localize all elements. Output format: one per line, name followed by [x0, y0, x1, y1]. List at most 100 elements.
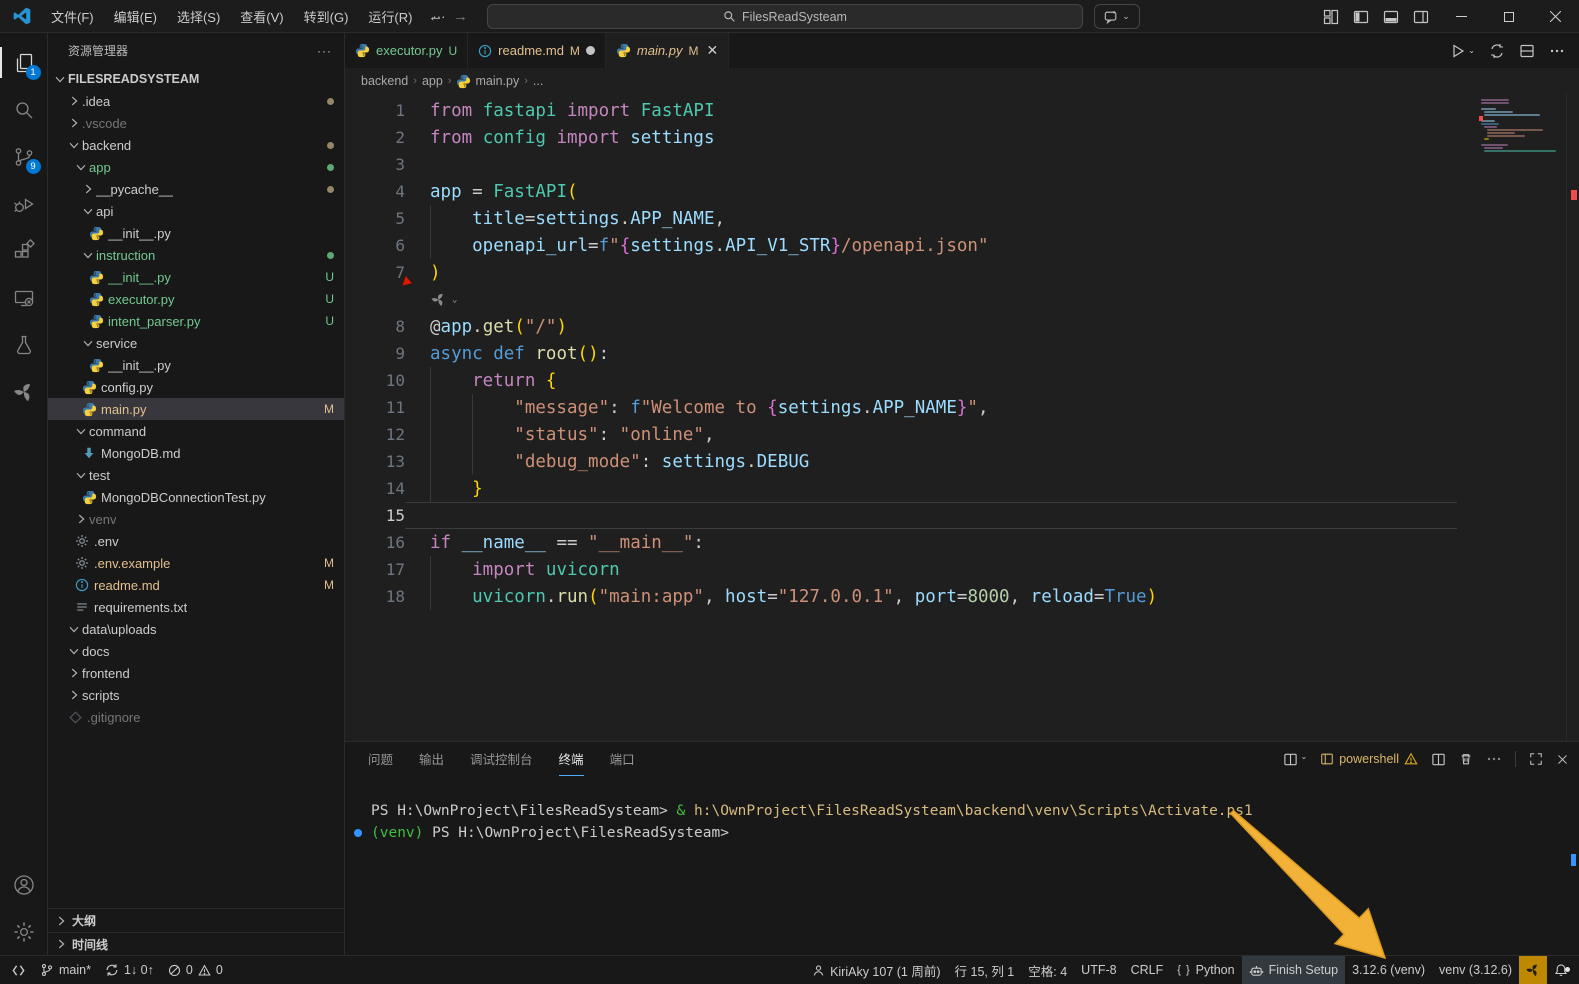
status-python-version[interactable]: 3.12.6 (venv) — [1345, 956, 1432, 984]
split-panel-icon[interactable] — [1431, 752, 1446, 767]
code-line-17[interactable]: 17import uvicorn — [345, 556, 1579, 583]
tab-close-icon[interactable]: ✕ — [706, 42, 718, 59]
tree-item[interactable]: MongoDBConnectionTest.py — [48, 486, 344, 508]
command-decoration-icon[interactable] — [354, 829, 362, 837]
status-remote[interactable] — [4, 956, 33, 984]
more-icon[interactable] — [1549, 43, 1565, 59]
tree-item[interactable]: scripts — [48, 684, 344, 706]
activity-source-control[interactable]: 9 — [0, 133, 48, 180]
panel-tab-调试控制台[interactable]: 调试控制台 — [470, 742, 533, 776]
code-line-8[interactable]: 8@app.get("/") — [345, 313, 1579, 340]
panel-tab-端口[interactable]: 端口 — [610, 742, 635, 776]
code-line-4[interactable]: 4app = FastAPI( — [345, 178, 1579, 205]
breadcrumb-item[interactable]: app — [422, 74, 443, 88]
code-line-3[interactable]: 3 — [345, 151, 1579, 178]
tree-item[interactable]: command — [48, 420, 344, 442]
copilot-chat-button[interactable]: ⌄ — [1094, 4, 1140, 29]
code-line-18[interactable]: 18uvicorn.run("main:app", host="127.0.0.… — [345, 583, 1579, 610]
menu-查看V[interactable]: 查看(V) — [231, 4, 292, 29]
tree-item[interactable]: api — [48, 200, 344, 222]
code-line-1[interactable]: 1from fastapi import FastAPI — [345, 97, 1579, 124]
tree-item[interactable]: data\uploads — [48, 618, 344, 640]
more-icon[interactable] — [1486, 751, 1502, 767]
tree-item[interactable]: .env — [48, 530, 344, 552]
menu-文件F[interactable]: 文件(F) — [42, 4, 103, 29]
terminal[interactable]: PS H:\OwnProject\FilesReadSysteam> & h:\… — [345, 776, 1579, 955]
breadcrumb-item[interactable]: main.py — [456, 74, 519, 89]
toggle-primary-sidebar-icon[interactable] — [1353, 9, 1369, 25]
sidebar-more-actions[interactable]: ··· — [317, 44, 332, 58]
maximize-button[interactable] — [1485, 0, 1532, 33]
tree-item[interactable]: instruction — [48, 244, 344, 266]
breadcrumb-item[interactable]: backend — [361, 74, 408, 88]
minimap[interactable] — [1481, 99, 1563, 149]
tree-item[interactable]: __init__.py — [48, 222, 344, 244]
activity-testing[interactable] — [0, 321, 48, 368]
unsaved-dot-icon[interactable] — [586, 46, 595, 55]
split-editor-icon[interactable] — [1519, 43, 1535, 59]
tree-item[interactable]: .vscode — [48, 112, 344, 134]
status-language-mode[interactable]: { }Python — [1170, 956, 1241, 984]
code-line-16[interactable]: 16if __name__ == "__main__": — [345, 529, 1579, 556]
terminal-instance-item[interactable]: powershell — [1320, 752, 1418, 766]
tree-item[interactable]: config.py — [48, 376, 344, 398]
code-line-15[interactable]: 15 — [345, 502, 1579, 529]
activity-remote-explorer[interactable] — [0, 274, 48, 321]
expand-icon[interactable] — [1529, 752, 1543, 766]
code-line-2[interactable]: 2from config import settings — [345, 124, 1579, 151]
status-problems[interactable]: 00 — [161, 956, 230, 984]
tab-executor.py[interactable]: executor.pyU — [345, 33, 468, 68]
close-sm-icon[interactable] — [1556, 753, 1569, 766]
tree-item[interactable]: docs — [48, 640, 344, 662]
tree-item[interactable]: test — [48, 464, 344, 486]
tree-item[interactable]: service — [48, 332, 344, 354]
tab-main.py[interactable]: main.pyM✕ — [606, 33, 729, 68]
code-line-12[interactable]: 12"status": "online", — [345, 421, 1579, 448]
split-panel-icon[interactable]: ⌄ — [1283, 752, 1308, 767]
tree-item[interactable]: main.pyM — [48, 398, 344, 420]
trash-icon[interactable] — [1459, 752, 1473, 766]
status-venv-indicator[interactable]: venv (3.12.6) — [1432, 956, 1519, 984]
code-line-5[interactable]: 5title=settings.APP_NAME, — [345, 205, 1579, 232]
sidebar-section-大纲[interactable]: 大纲 — [48, 909, 344, 932]
menu-编辑E[interactable]: 编辑(E) — [105, 4, 166, 29]
menu-转到G[interactable]: 转到(G) — [295, 4, 358, 29]
code-line-6[interactable]: 6openapi_url=f"{settings.API_V1_STR}/ope… — [345, 232, 1579, 259]
activity-settings[interactable] — [0, 908, 48, 955]
status-ai-status[interactable] — [1519, 956, 1547, 984]
close-button[interactable] — [1532, 0, 1579, 33]
activity-search[interactable] — [0, 86, 48, 133]
tree-item[interactable]: app — [48, 156, 344, 178]
tree-item[interactable]: intent_parser.pyU — [48, 310, 344, 332]
open-changes-icon[interactable] — [1489, 43, 1505, 59]
activity-accounts[interactable] — [0, 861, 48, 908]
activity-ai-extension[interactable] — [0, 368, 48, 415]
tree-item[interactable]: backend — [48, 134, 344, 156]
menu-选择S[interactable]: 选择(S) — [168, 4, 229, 29]
status-indentation[interactable]: 空格: 4 — [1021, 956, 1074, 984]
code-line-7[interactable]: 7) — [345, 259, 1579, 286]
tree-item[interactable]: .env.exampleM — [48, 552, 344, 574]
toggle-secondary-sidebar-icon[interactable] — [1413, 9, 1429, 25]
tree-root[interactable]: FILESREADSYSTEAM — [48, 68, 344, 90]
activity-extensions[interactable] — [0, 227, 48, 274]
code-line-13[interactable]: 13"debug_mode": settings.DEBUG — [345, 448, 1579, 475]
nav-forward-icon[interactable]: → — [453, 8, 468, 25]
status-eol[interactable]: CRLF — [1124, 956, 1171, 984]
panel-tab-输出[interactable]: 输出 — [419, 742, 444, 776]
tree-item[interactable]: __pycache__ — [48, 178, 344, 200]
status-sync[interactable]: 1↓ 0↑ — [98, 956, 161, 984]
status-branch[interactable]: main* — [33, 956, 98, 984]
sidebar-section-时间线[interactable]: 时间线 — [48, 932, 344, 955]
tree-item[interactable]: executor.pyU — [48, 288, 344, 310]
activity-run-debug[interactable] — [0, 180, 48, 227]
tree-item[interactable]: __init__.py — [48, 354, 344, 376]
toggle-panel-icon[interactable] — [1383, 9, 1399, 25]
tree-item[interactable]: MongoDB.md — [48, 442, 344, 464]
status-finish-setup[interactable]: Finish Setup — [1242, 956, 1345, 984]
status-notifications[interactable] — [1547, 956, 1575, 984]
run-icon[interactable]: ⌄ — [1450, 43, 1475, 59]
tree-item[interactable]: requirements.txt — [48, 596, 344, 618]
code-line-14[interactable]: 14} — [345, 475, 1579, 502]
code-line-11[interactable]: 11"message": f"Welcome to {settings.APP_… — [345, 394, 1579, 421]
